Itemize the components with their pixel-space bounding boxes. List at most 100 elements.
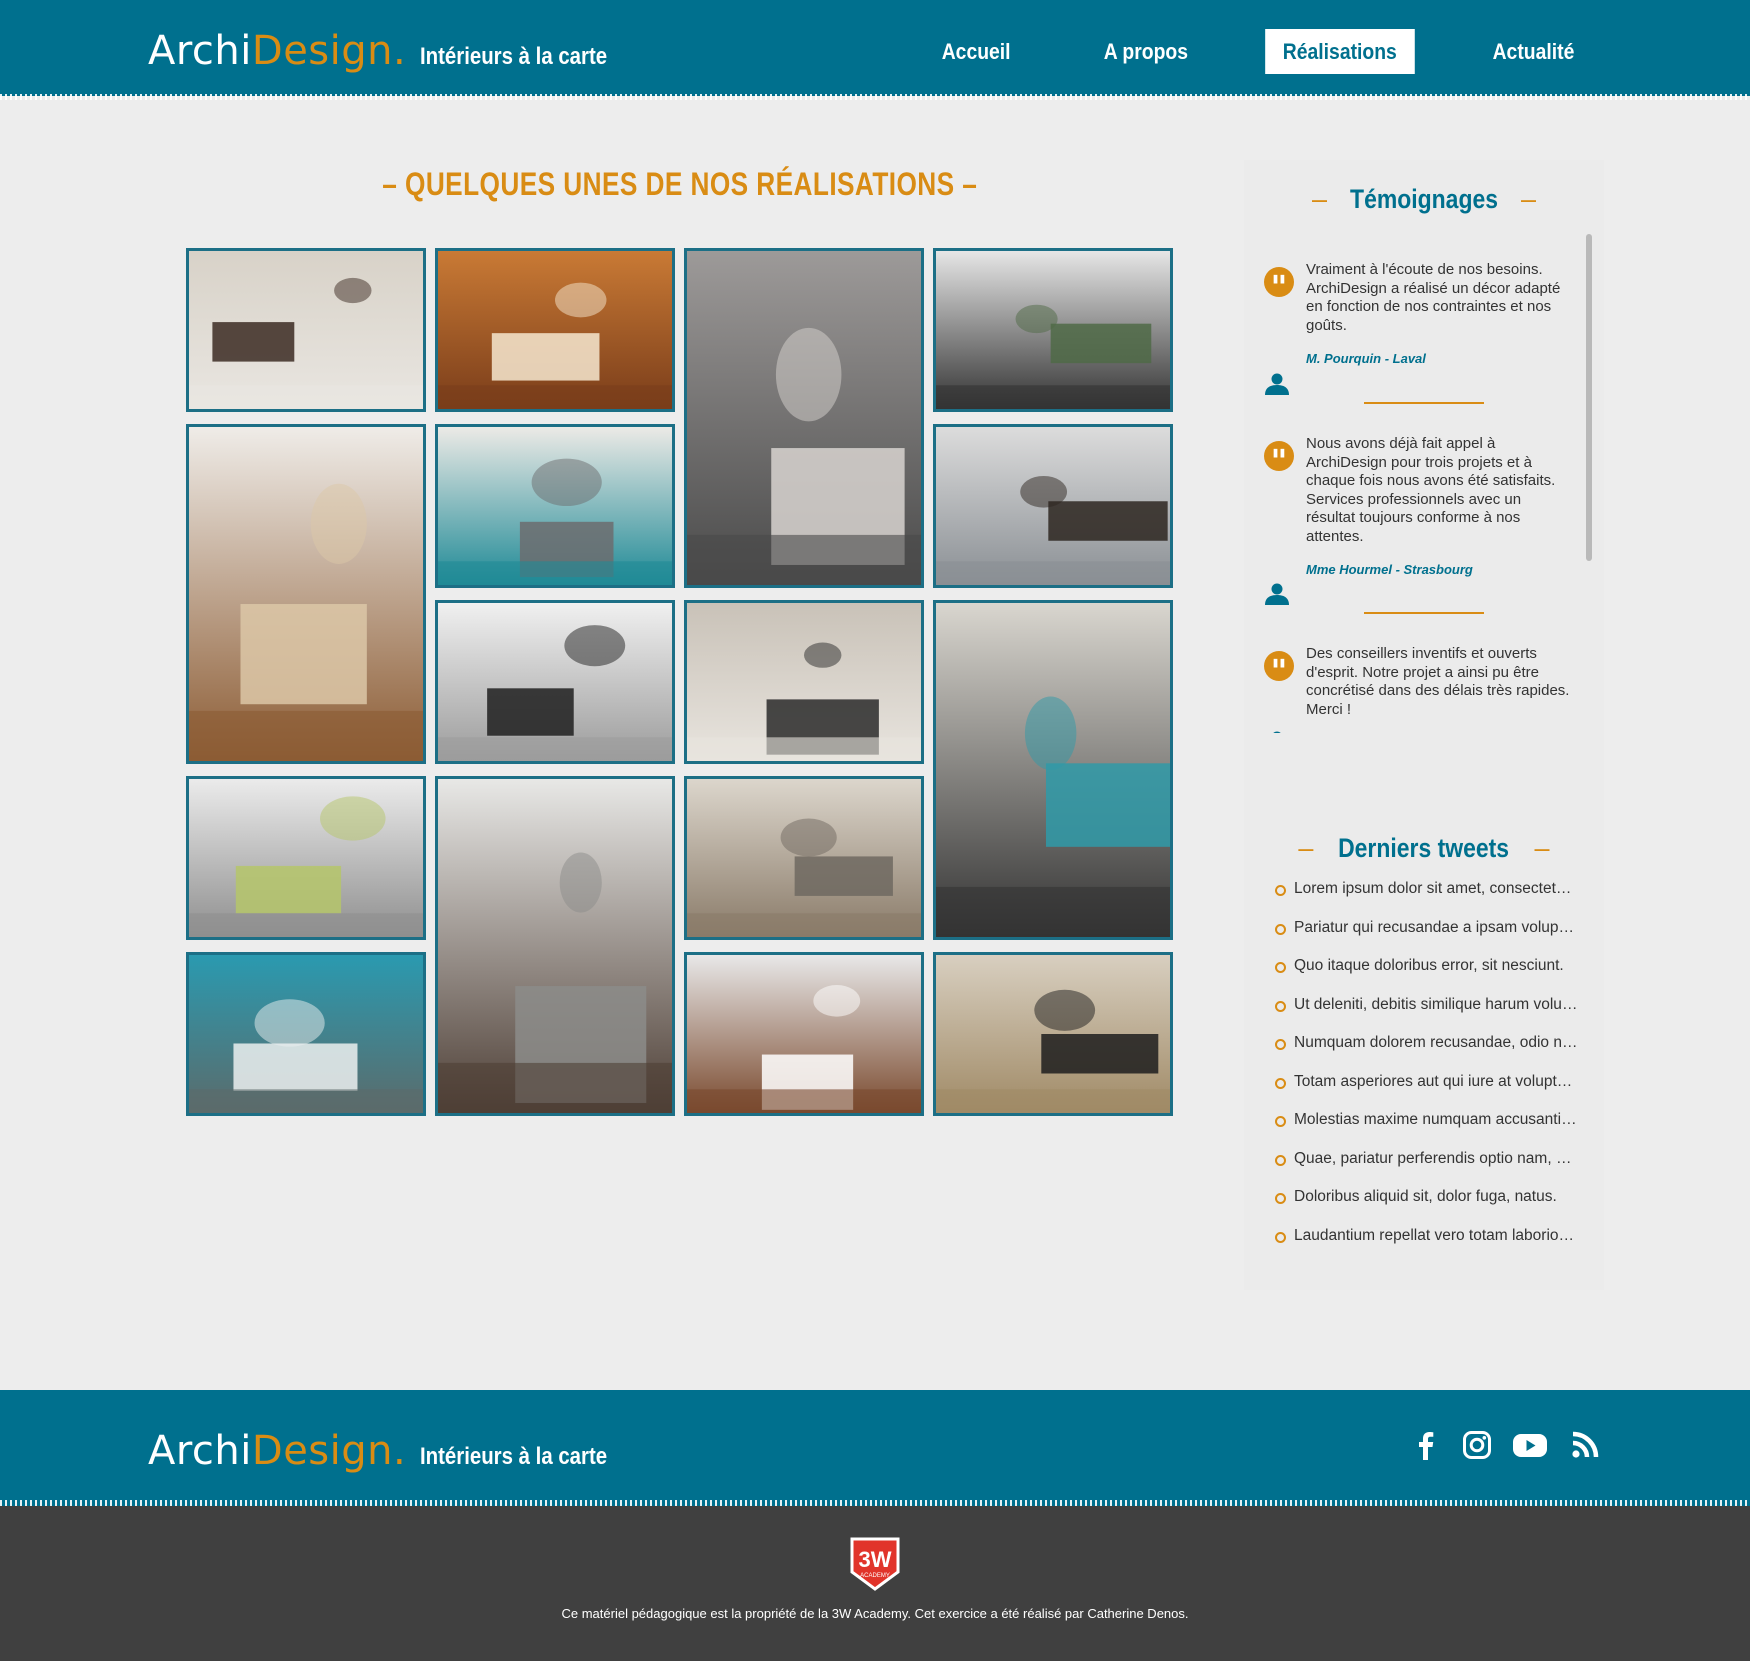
gallery-image[interactable]	[186, 424, 426, 764]
tweet-item[interactable]: Numquam dolorem recusandae, odio nobis.	[1268, 1034, 1578, 1073]
gallery-image[interactable]	[684, 248, 924, 588]
logo-archi: Archi	[148, 1428, 252, 1474]
photo-placeholder-icon	[438, 251, 672, 409]
tweet-item[interactable]: Molestias maxime numquam accusantium.	[1268, 1111, 1578, 1150]
svg-text:ACADEMY: ACADEMY	[860, 1573, 890, 1579]
tweet-item[interactable]: Quo itaque doloribus error, sit nesciunt…	[1268, 957, 1578, 996]
logo-archi: Archi	[148, 28, 252, 74]
gallery-image[interactable]	[435, 776, 675, 1116]
photo-placeholder-icon	[936, 251, 1170, 409]
person-icon	[1273, 731, 1281, 733]
gallery-image[interactable]	[933, 952, 1173, 1116]
photo-placeholder-icon	[189, 251, 423, 409]
photo-placeholder-icon	[687, 779, 921, 937]
gallery-image[interactable]	[933, 424, 1173, 588]
gallery-image[interactable]	[933, 600, 1173, 940]
bullet-icon	[1275, 1231, 1286, 1243]
gallery-image[interactable]	[933, 248, 1173, 412]
testimonial-author: Mme Hourmel - Strasbourg	[1306, 562, 1473, 577]
photo-placeholder-icon	[936, 955, 1170, 1113]
logo-design: Design	[251, 28, 393, 74]
gallery-image[interactable]	[684, 952, 924, 1116]
photo-placeholder-icon	[189, 779, 423, 937]
bullet-icon	[1275, 1193, 1286, 1204]
bullet-icon	[1275, 1000, 1286, 1012]
facebook-icon[interactable]	[1412, 1430, 1440, 1460]
main-nav: Accueil A propos Réalisations Actualité	[917, 29, 1600, 74]
logo-design: Design	[251, 1428, 393, 1474]
bullet-icon	[1275, 1154, 1286, 1166]
photo-placeholder-icon	[189, 955, 423, 1113]
nav-actualite[interactable]: Actualité	[1475, 29, 1592, 74]
bullet-icon	[1275, 1116, 1286, 1127]
testimonial-author: M. Pourquin - Laval	[1306, 351, 1426, 366]
testimonial-text: Nous avons déjà fait appel à ArchiDesign…	[1306, 435, 1556, 545]
bullet-icon	[1275, 1039, 1286, 1050]
tweet-item[interactable]: Ut deleniti, debitis similique harum vol…	[1268, 996, 1578, 1035]
testimonial: " Des conseillers inventifs et ouverts d…	[1264, 645, 1574, 733]
bullet-icon	[1275, 923, 1286, 935]
logo-tagline: Intérieurs à la carte	[420, 1443, 608, 1470]
footer-logo[interactable]: ArchiDesign. Intérieurs à la carte	[148, 1428, 640, 1474]
site-header: ArchiDesign. Intérieurs à la carte Accue…	[0, 0, 1750, 100]
testimonial: " Nous avons déjà fait appel à ArchiDesi…	[1264, 435, 1574, 605]
testimonials-scroll-area[interactable]: " Vraiment à l'écoute de nos besoins. Ar…	[1244, 233, 1596, 733]
gallery-image[interactable]	[435, 248, 675, 412]
gallery-image[interactable]	[435, 424, 675, 588]
rss-icon[interactable]	[1570, 1430, 1599, 1460]
bullet-icon	[1275, 885, 1286, 896]
copyright-text: Ce matériel pédagogique est la propriété…	[561, 1606, 1189, 1621]
photo-placeholder-icon	[936, 427, 1170, 585]
testimonial-text: Vraiment à l'écoute de nos besoins. Arch…	[1306, 261, 1561, 334]
copyright-bar: 3W ACADEMY Ce matériel pédagogique est l…	[0, 1506, 1750, 1661]
svg-text:3W: 3W	[859, 1547, 892, 1572]
youtube-icon[interactable]	[1512, 1430, 1548, 1460]
header-stitching	[0, 94, 1750, 100]
testimonial: " Vraiment à l'écoute de nos besoins. Ar…	[1264, 261, 1574, 395]
gallery-image[interactable]	[186, 248, 426, 412]
testimonial-separator	[1364, 612, 1484, 614]
photo-placeholder-icon	[438, 603, 672, 761]
gallery-image[interactable]	[684, 776, 924, 940]
quote-icon: "	[1264, 441, 1294, 480]
photo-placeholder-icon	[687, 251, 921, 585]
testimonial-separator	[1364, 402, 1484, 404]
gallery-title: – QUELQUES UNES DE NOS RÉALISATIONS –	[382, 166, 978, 202]
testimonial-text: Des conseillers inventifs et ouverts d'e…	[1306, 645, 1570, 718]
3w-academy-logo[interactable]: 3W ACADEMY	[849, 1536, 901, 1592]
photo-placeholder-icon	[438, 779, 672, 1113]
nav-a-propos[interactable]: A propos	[1086, 29, 1205, 74]
site-logo[interactable]: ArchiDesign. Intérieurs à la carte	[148, 28, 640, 74]
tweet-item[interactable]: Doloribus aliquid sit, dolor fuga, natus…	[1268, 1188, 1578, 1227]
gallery-image[interactable]	[186, 952, 426, 1116]
photo-placeholder-icon	[687, 955, 921, 1113]
instagram-icon[interactable]	[1462, 1430, 1491, 1460]
photo-placeholder-icon	[936, 603, 1170, 937]
testimonials-scrollbar[interactable]	[1586, 234, 1592, 561]
testimonials-title: – Témoignages –	[1311, 184, 1537, 214]
photo-placeholder-icon	[189, 427, 423, 761]
logo-dot: .	[393, 1428, 407, 1474]
tweet-item[interactable]: Quae, pariatur perferendis optio nam, qu…	[1268, 1150, 1578, 1189]
tweet-item[interactable]: Totam asperiores aut qui iure at volupta…	[1268, 1073, 1578, 1112]
tweet-item[interactable]: Lorem ipsum dolor sit amet, consectetur …	[1268, 880, 1578, 919]
nav-realisations[interactable]: Réalisations	[1265, 29, 1415, 74]
photo-placeholder-icon	[438, 427, 672, 585]
gallery-image[interactable]	[435, 600, 675, 764]
logo-dot: .	[393, 28, 407, 74]
photo-placeholder-icon	[687, 603, 921, 761]
tweet-item[interactable]: Laudantium repellat vero totam laboriosa…	[1268, 1227, 1578, 1266]
social-links	[1412, 1430, 1599, 1460]
gallery-image[interactable]	[684, 600, 924, 764]
site-footer: ArchiDesign. Intérieurs à la carte	[0, 1390, 1750, 1506]
person-icon	[1265, 583, 1289, 605]
bullet-icon	[1275, 1077, 1286, 1089]
quote-icon: "	[1264, 267, 1294, 306]
gallery-image[interactable]	[186, 776, 426, 940]
logo-tagline: Intérieurs à la carte	[420, 43, 608, 70]
nav-accueil[interactable]: Accueil	[925, 29, 1029, 74]
tweet-item[interactable]: Pariatur qui recusandae a ipsam voluptat…	[1268, 919, 1578, 958]
bullet-icon	[1275, 962, 1286, 973]
tweets-list: Lorem ipsum dolor sit amet, consectetur …	[1268, 880, 1598, 1265]
tweets-title: – Derniers tweets –	[1298, 833, 1550, 863]
